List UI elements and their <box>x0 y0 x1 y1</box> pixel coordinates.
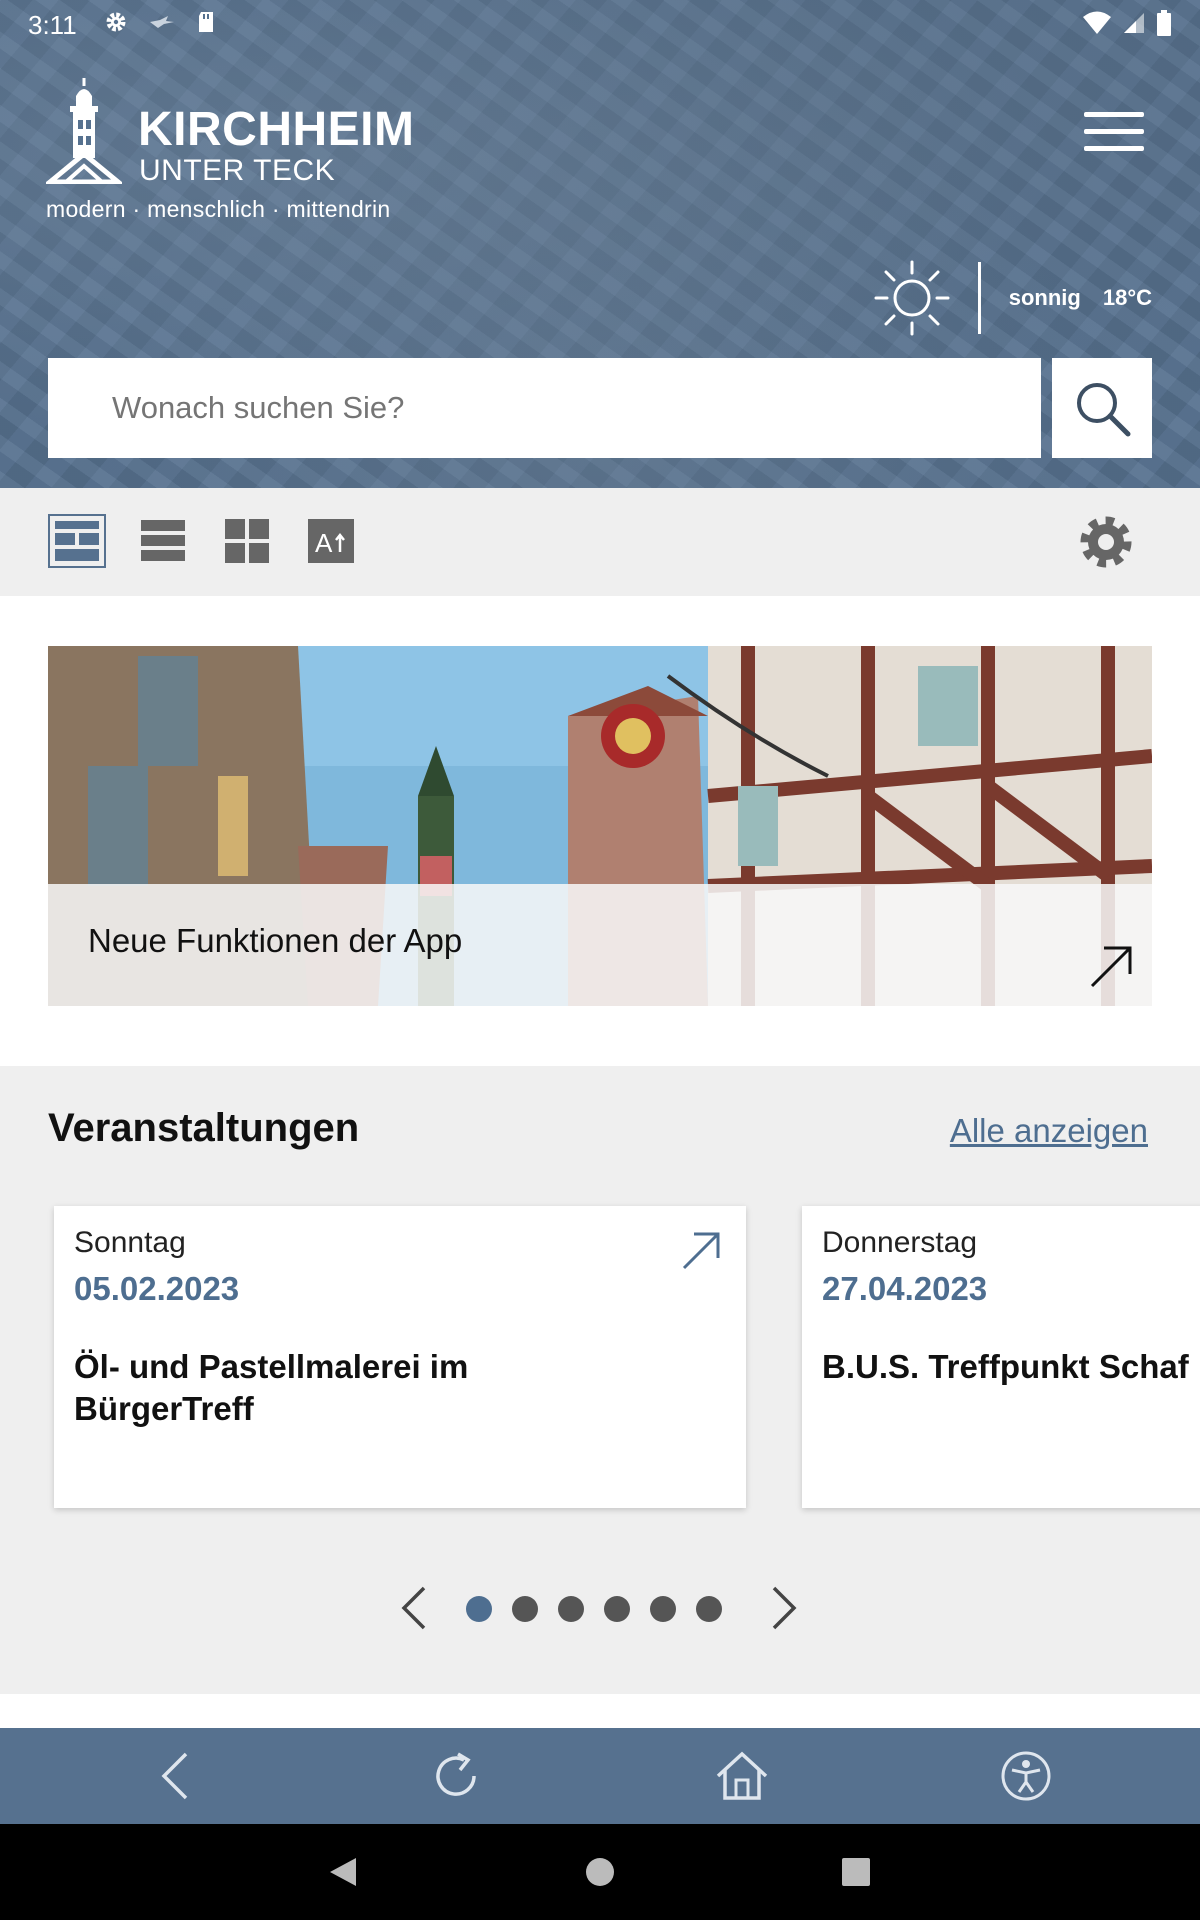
events-section: Veranstaltungen Alle anzeigen Sonntag 05… <box>0 1066 1200 1694</box>
status-bar: 3:11 <box>0 0 1200 48</box>
events-heading: Veranstaltungen <box>48 1106 360 1150</box>
pager-dot[interactable] <box>558 1596 584 1622</box>
gear-icon[interactable] <box>1076 512 1136 572</box>
reload-icon[interactable] <box>428 1748 484 1804</box>
pager-dot[interactable] <box>466 1596 492 1622</box>
bird-icon <box>150 16 174 28</box>
back-icon[interactable] <box>148 1748 204 1804</box>
logo-title: KIRCHHEIM <box>138 103 415 156</box>
gear-icon <box>106 12 126 32</box>
app-bottom-nav <box>0 1728 1200 1824</box>
layout-list-button[interactable] <box>134 514 192 568</box>
layout-tiles-button[interactable] <box>48 514 106 568</box>
weather-condition: sonnig <box>1008 285 1081 310</box>
event-title: B.U.S. Treffpunkt Schaf <box>822 1348 1189 1385</box>
font-size-icon: A <box>308 519 354 563</box>
layout-grid-icon <box>225 519 269 563</box>
search-icon <box>1077 383 1131 437</box>
news-banner[interactable]: Neue Funktionen der App <box>48 646 1152 1006</box>
logo-tagline: modern · menschlich · mittendrin <box>46 196 391 222</box>
layout-grid-button[interactable] <box>218 514 276 568</box>
chevron-right-icon[interactable] <box>766 1584 802 1632</box>
show-all-link[interactable]: Alle anzeigen <box>950 1112 1148 1150</box>
accessibility-icon[interactable] <box>998 1748 1054 1804</box>
event-weekday: Sonntag <box>74 1226 186 1259</box>
external-arrow-icon <box>682 1232 720 1270</box>
signal-icon <box>1124 13 1144 33</box>
wifi-icon <box>1083 11 1111 34</box>
search-input[interactable] <box>48 358 1041 458</box>
font-size-button[interactable]: A <box>302 514 360 568</box>
layout-list-icon <box>141 520 185 561</box>
pager-dot[interactable] <box>696 1596 722 1622</box>
status-time: 3:11 <box>28 10 77 40</box>
header: 3:11 KIRCHHEIM UNTER TECK modern · mensc… <box>0 0 1200 488</box>
chevron-left-icon[interactable] <box>396 1584 432 1632</box>
system-nav-bar <box>0 1824 1200 1920</box>
logo-subtitle: UNTER TECK <box>139 154 336 187</box>
sun-icon <box>874 260 950 336</box>
battery-icon <box>1157 10 1171 36</box>
menu-button[interactable] <box>1084 112 1144 158</box>
sd-card-icon <box>199 12 213 32</box>
pager-dot[interactable] <box>604 1596 630 1622</box>
event-card[interactable]: Donnerstag 27.04.2023 B.U.S. Treffpunkt … <box>802 1206 1200 1508</box>
banner-title: Neue Funktionen der App <box>88 922 463 959</box>
back-triangle-icon[interactable] <box>324 1854 360 1890</box>
pager-dot[interactable] <box>512 1596 538 1622</box>
home-icon[interactable] <box>714 1748 770 1804</box>
weather-widget: sonnig 18°C <box>874 260 1152 336</box>
event-card[interactable]: Sonntag 05.02.2023 Öl- und Pastellmalere… <box>54 1206 746 1508</box>
hamburger-icon <box>1084 112 1144 117</box>
search-button[interactable] <box>1052 358 1152 458</box>
view-toolbar: A <box>0 488 1200 596</box>
pager-dot[interactable] <box>650 1596 676 1622</box>
status-icons-right <box>1082 10 1172 36</box>
status-icons-left <box>104 10 216 34</box>
carousel-pager <box>0 1576 1200 1636</box>
city-logo[interactable]: KIRCHHEIM UNTER TECK modern · menschlich… <box>46 78 446 228</box>
event-date: 27.04.2023 <box>822 1270 988 1307</box>
event-date: 05.02.2023 <box>74 1270 240 1307</box>
weather-temperature: 18°C <box>1102 285 1152 310</box>
event-title: Öl- und Pastellmalerei im BürgerTreff <box>74 1348 469 1427</box>
layout-tiles-icon <box>55 521 99 561</box>
recents-square-icon[interactable] <box>838 1854 874 1890</box>
weather-divider <box>977 262 981 334</box>
event-weekday: Donnerstag <box>822 1226 978 1259</box>
home-circle-icon[interactable] <box>582 1854 618 1890</box>
tower-logo-icon <box>46 78 122 184</box>
external-arrow-icon <box>1090 946 1132 988</box>
banner-caption: Neue Funktionen der App <box>48 884 1152 1006</box>
svg-text:A: A <box>315 528 333 558</box>
